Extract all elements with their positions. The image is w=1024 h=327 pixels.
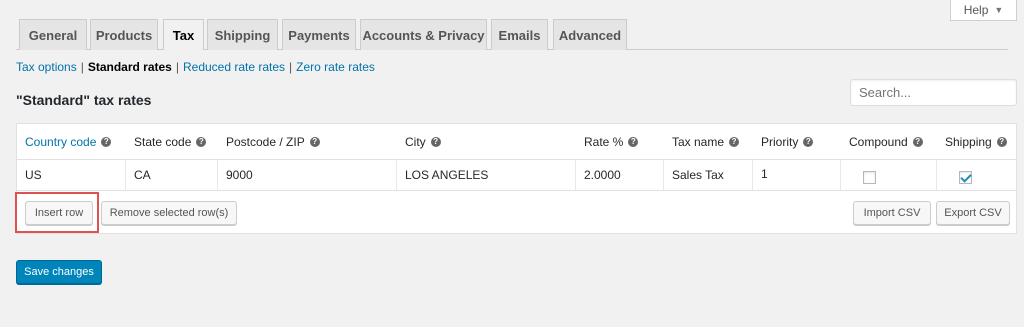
tab-products[interactable]: Products <box>90 19 158 50</box>
subnav-separator: | <box>175 60 179 74</box>
th-postcode-label: Postcode / ZIP <box>226 134 305 149</box>
page-title: "Standard" tax rates <box>16 92 152 108</box>
shipping-checkbox[interactable] <box>959 170 972 184</box>
tab-advanced-label: Advanced <box>558 27 622 43</box>
tab-shipping[interactable]: Shipping <box>207 19 278 50</box>
tab-accounts-privacy[interactable]: Accounts & Privacy <box>360 19 487 50</box>
subnav-separator: | <box>289 60 293 74</box>
country-code-value[interactable]: US <box>25 168 42 182</box>
tab-general-label: General <box>28 27 78 43</box>
save-changes-button[interactable]: Save changes <box>16 260 102 284</box>
help-tip-icon[interactable]: ? <box>912 136 923 147</box>
cell-compound <box>841 160 937 190</box>
th-tax-name-label: Tax name <box>672 134 725 149</box>
table-row[interactable]: US CA 9000 LOS ANGELES 2.0000 Sales Tax … <box>17 160 1016 191</box>
tax-name-value[interactable]: Sales Tax <box>672 168 724 182</box>
help-tip-icon[interactable]: ? <box>309 136 320 147</box>
help-tip-icon[interactable]: ? <box>803 136 814 147</box>
help-tip-icon[interactable]: ? <box>196 136 207 147</box>
subnav-separator: | <box>80 60 84 74</box>
th-rate: Rate %? <box>576 124 663 159</box>
tab-emails-label: Emails <box>498 27 541 43</box>
cell-priority[interactable]: 1 <box>753 160 841 190</box>
import-csv-label: Import CSV <box>863 207 921 219</box>
tab-advanced[interactable]: Advanced <box>553 19 627 50</box>
compound-checkbox[interactable] <box>863 170 876 184</box>
tab-tax-label: Tax <box>172 27 195 43</box>
help-tip-icon[interactable]: ? <box>628 136 639 147</box>
th-country-code-label[interactable]: Country code <box>25 135 96 149</box>
tab-accounts-privacy-label: Accounts & Privacy <box>362 27 485 43</box>
th-shipping-label: Shipping <box>945 134 992 149</box>
th-tax-name: Tax name? <box>664 124 752 159</box>
help-tip-icon[interactable]: ? <box>729 136 740 147</box>
export-csv-button[interactable]: Export CSV <box>936 201 1010 225</box>
tab-payments[interactable]: Payments <box>282 19 356 50</box>
city-value[interactable]: LOS ANGELES <box>405 168 488 182</box>
th-compound: Compound? <box>841 124 936 159</box>
tab-tax[interactable]: Tax <box>163 19 204 50</box>
cell-tax-name[interactable]: Sales Tax <box>664 160 753 190</box>
rate-value[interactable]: 2.0000 <box>584 168 621 182</box>
cell-country-code[interactable]: US <box>17 160 126 190</box>
insert-row-button[interactable]: Insert row <box>25 201 93 225</box>
search-input[interactable] <box>850 79 1017 106</box>
settings-tabs: General Products Tax Shipping Payments A… <box>0 0 1024 50</box>
th-state-code: State code? <box>126 124 217 159</box>
tax-subnav: Tax options | Standard rates | Reduced r… <box>16 60 375 74</box>
table-header-row: Country code? State code? Postcode / ZIP… <box>17 124 1016 160</box>
help-tip-icon[interactable]: ? <box>101 136 112 147</box>
tab-general[interactable]: General <box>19 19 87 50</box>
th-city-label: City <box>405 134 426 149</box>
tab-products-label: Products <box>95 27 153 43</box>
help-tip-icon[interactable]: ? <box>430 136 441 147</box>
subnav-zero-rates[interactable]: Zero rate rates <box>296 60 375 74</box>
cell-city[interactable]: LOS ANGELES <box>397 160 576 190</box>
tax-rates-table: Country code? State code? Postcode / ZIP… <box>16 123 1017 234</box>
priority-value[interactable]: 1 <box>761 167 768 181</box>
th-compound-label: Compound <box>849 134 908 149</box>
th-city: City? <box>397 124 575 159</box>
subnav-tax-options[interactable]: Tax options <box>16 60 77 74</box>
th-country-code[interactable]: Country code? <box>17 124 125 159</box>
tab-emails[interactable]: Emails <box>491 19 548 50</box>
tab-payments-label: Payments <box>288 27 350 43</box>
th-priority-label: Priority <box>761 134 799 149</box>
insert-row-label: Insert row <box>34 207 84 219</box>
cell-shipping <box>937 160 1016 190</box>
state-code-value[interactable]: CA <box>134 168 151 182</box>
import-csv-button[interactable]: Import CSV <box>853 201 931 225</box>
postcode-value[interactable]: 9000 <box>226 168 253 182</box>
cell-postcode[interactable]: 9000 <box>218 160 397 190</box>
remove-rows-label: Remove selected row(s) <box>109 207 229 219</box>
subnav-reduced-rates[interactable]: Reduced rate rates <box>183 60 285 74</box>
th-rate-label: Rate % <box>584 134 624 149</box>
tab-shipping-label: Shipping <box>214 27 271 43</box>
help-tip-icon[interactable]: ? <box>996 136 1007 147</box>
cell-state-code[interactable]: CA <box>126 160 218 190</box>
export-csv-label: Export CSV <box>944 207 1002 219</box>
th-postcode: Postcode / ZIP? <box>218 124 396 159</box>
th-priority: Priority? <box>753 124 840 159</box>
subnav-standard-rates[interactable]: Standard rates <box>88 60 172 74</box>
cell-rate[interactable]: 2.0000 <box>576 160 664 190</box>
save-changes-label: Save changes <box>24 266 94 278</box>
th-state-code-label: State code <box>134 134 192 149</box>
remove-rows-button[interactable]: Remove selected row(s) <box>101 201 237 225</box>
th-shipping: Shipping? <box>937 124 1016 159</box>
